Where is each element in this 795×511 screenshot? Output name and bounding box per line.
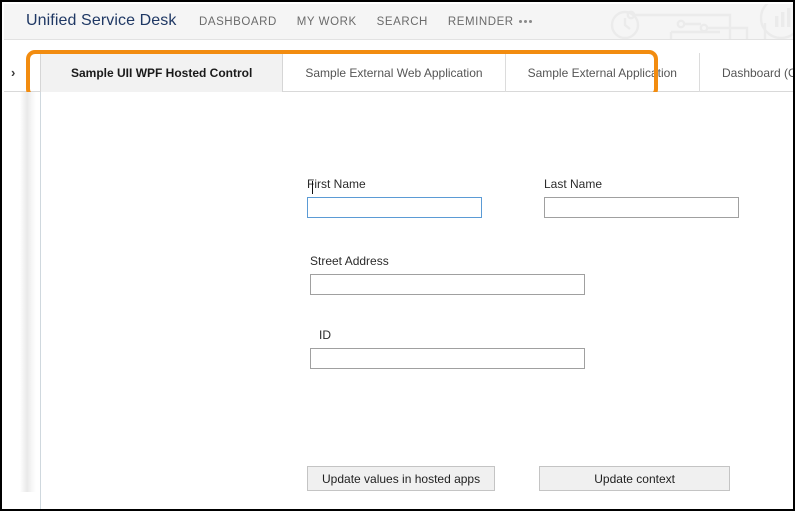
tab-label: Dashboard (Global) [721, 65, 793, 80]
first-name-input[interactable] [307, 197, 482, 218]
id-field-group: ID [310, 328, 747, 369]
nav-item-dashboard[interactable]: DASHBOARD [199, 16, 277, 28]
clock-icon [610, 10, 640, 39]
street-address-input[interactable] [310, 274, 585, 295]
update-context-button[interactable]: Update context [539, 466, 731, 491]
nav-item-reminder-label: REMINDER [447, 16, 514, 28]
circuit-node-icon [626, 10, 636, 20]
id-label: ID [319, 328, 331, 342]
form-actions: Update values in hosted apps Update cont… [307, 466, 731, 491]
nav-item-my-work[interactable]: MY WORK [297, 16, 357, 28]
app-header: Unified Service Desk DASHBOARD MY WORK S… [4, 4, 793, 40]
expand-sidebar-chevron-icon[interactable]: › [11, 66, 15, 79]
tab-dashboard-global[interactable]: Dashboard (Global) [700, 53, 793, 92]
text-caret [312, 181, 313, 194]
tab-sample-external-web-application[interactable]: Sample External Web Application [283, 53, 506, 92]
button-spacer [495, 466, 539, 491]
tab-strip: Sample UII WPF Hosted Control Sample Ext… [4, 40, 793, 92]
name-row: First Name Last Name [307, 177, 747, 218]
tab-sample-uii-wpf-hosted-control[interactable]: Sample UII WPF Hosted Control [40, 53, 284, 92]
tab-label: Sample External Web Application [305, 65, 483, 80]
tab-label: Sample UII WPF Hosted Control [71, 66, 253, 80]
street-address-label: Street Address [310, 254, 389, 268]
unified-service-desk-window: Unified Service Desk DASHBOARD MY WORK S… [0, 0, 795, 511]
last-name-field-group: Last Name [544, 177, 739, 218]
first-name-field-group: First Name [307, 177, 482, 218]
bar-chart-circle-icon [759, 4, 793, 39]
id-input[interactable] [310, 348, 585, 369]
last-name-input[interactable] [544, 197, 739, 218]
tab-sample-external-application[interactable]: Sample External Application [506, 53, 700, 92]
header-nav: DASHBOARD MY WORK SEARCH REMINDER [199, 16, 532, 28]
tab-list: Sample UII WPF Hosted Control Sample Ext… [40, 53, 793, 92]
nav-item-search[interactable]: SEARCH [377, 16, 428, 28]
street-address-field-group: Street Address [310, 254, 747, 295]
content-divider [40, 92, 41, 509]
update-values-in-hosted-apps-button[interactable]: Update values in hosted apps [307, 466, 496, 491]
ellipsis-icon[interactable] [518, 20, 532, 24]
tab-label: Sample External Application [527, 65, 677, 80]
nav-item-reminder[interactable]: REMINDER [448, 16, 532, 28]
header-watermark-graphic [610, 4, 793, 39]
page-title: Unified Service Desk [26, 12, 177, 29]
contact-form: First Name Last Name Street Address ID [307, 177, 747, 369]
last-name-label: Last Name [544, 177, 603, 191]
first-name-label: First Name [307, 177, 366, 191]
left-scrollbar[interactable] [20, 92, 36, 492]
